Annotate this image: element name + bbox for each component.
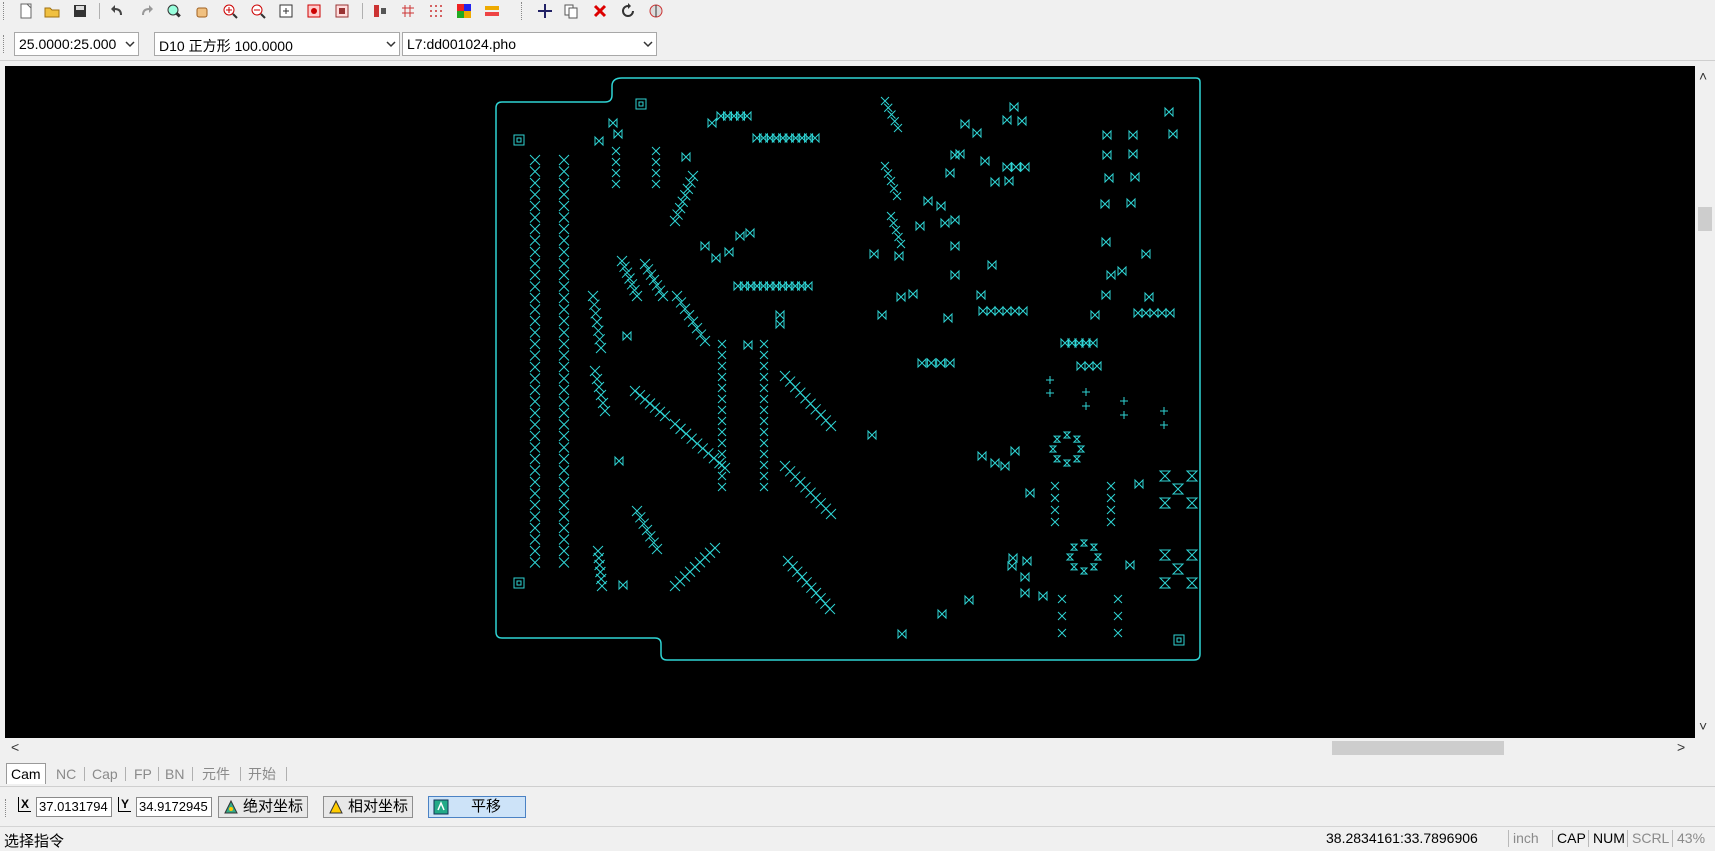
relative-coordinate-label: 相对坐标 <box>348 798 409 815</box>
open-folder-icon[interactable] <box>42 1 62 21</box>
scroll-left-icon[interactable]: < <box>11 739 19 755</box>
scrl-indicator: SCRL <box>1627 830 1673 847</box>
delete-icon[interactable] <box>590 1 610 21</box>
tab-start[interactable]: 开始 <box>244 764 280 784</box>
toolbar-grip[interactable] <box>3 2 7 20</box>
zoom-window-icon[interactable] <box>164 1 184 21</box>
copy-icon[interactable] <box>561 1 581 21</box>
unit-indicator: inch <box>1508 830 1543 847</box>
vertical-scroll-thumb[interactable] <box>1698 207 1712 231</box>
align-icon[interactable] <box>370 1 390 21</box>
pad-layer <box>513 96 1199 646</box>
rotate-icon[interactable] <box>618 1 638 21</box>
absolute-coordinate-icon <box>224 799 238 814</box>
layer-toggle-icon[interactable] <box>482 1 502 21</box>
tab-cam[interactable]: Cam <box>6 763 46 784</box>
cursor-position: 38.2834161:33.7896906 <box>1326 830 1478 846</box>
relative-coordinate-icon <box>329 799 343 814</box>
relative-coordinate-button[interactable]: 相对坐标 <box>323 796 414 818</box>
tab-cap[interactable]: Cap <box>88 764 122 784</box>
layer-value: L7:dd001024.pho <box>407 36 516 52</box>
vertical-scrollbar[interactable]: ˄ ˅ <box>1695 66 1715 738</box>
layer-select[interactable]: L7:dd001024.pho <box>402 32 657 56</box>
zoom-indicator: 43% <box>1672 830 1709 847</box>
cam-canvas[interactable] <box>5 66 1695 738</box>
zoom-all-icon[interactable] <box>332 1 352 21</box>
tab-fp[interactable]: FP <box>130 764 156 784</box>
pcb-drawing[interactable] <box>5 66 1695 738</box>
new-file-icon[interactable] <box>16 1 36 21</box>
undo-icon[interactable] <box>108 1 128 21</box>
y-axis-icon: Y <box>118 797 132 812</box>
main-toolbar <box>0 0 1715 24</box>
dcode-select[interactable]: D10 正方形 100.0000 <box>154 32 400 56</box>
horizontal-scroll-thumb[interactable] <box>1332 741 1504 755</box>
dcode-value: D10 正方形 100.0000 <box>159 38 293 54</box>
x-coordinate-input[interactable]: 37.0131794 <box>36 797 112 817</box>
absolute-coordinate-label: 绝对坐标 <box>243 798 304 815</box>
status-bar: 选择指令 38.2834161:33.7896906 inch CAP NUM … <box>0 826 1715 850</box>
save-icon[interactable] <box>70 1 90 21</box>
chevron-down-icon <box>643 41 653 48</box>
zoom-out-icon[interactable] <box>248 1 268 21</box>
absolute-coordinate-button[interactable]: 绝对坐标 <box>218 796 309 818</box>
pan-button[interactable]: 平移 <box>428 796 526 818</box>
grid-size-select[interactable]: 25.0000:25.000 <box>14 32 139 56</box>
mirror-icon[interactable] <box>646 1 666 21</box>
layer-color-icon[interactable] <box>454 1 474 21</box>
pan-label: 平移 <box>471 798 502 815</box>
scroll-right-icon[interactable]: > <box>1677 739 1685 755</box>
pan-icon <box>433 799 449 815</box>
toolbar-grip-4[interactable] <box>5 799 9 817</box>
tab-nc[interactable]: NC <box>52 764 80 784</box>
move-icon[interactable] <box>535 1 555 21</box>
grid-size-value: 25.0000:25.000 <box>19 36 117 52</box>
tab-bn[interactable]: BN <box>161 764 188 784</box>
view-tabs: Cam NC Cap FP BN 元件 开始 <box>0 762 1715 787</box>
y-coordinate-input[interactable]: 34.9172945 <box>136 797 212 817</box>
pan-hand-icon[interactable] <box>192 1 212 21</box>
grid-dots-icon[interactable] <box>426 1 446 21</box>
toolbar-grip-3[interactable] <box>3 35 7 53</box>
tab-components[interactable]: 元件 <box>198 764 234 784</box>
chevron-down-icon <box>125 41 135 48</box>
x-axis-icon: X <box>18 797 32 812</box>
redo-icon[interactable] <box>136 1 156 21</box>
chevron-down-icon <box>386 41 396 48</box>
toolbar-grip-2[interactable] <box>521 2 525 20</box>
zoom-prev-icon[interactable] <box>304 1 324 21</box>
num-indicator: NUM <box>1588 830 1629 847</box>
cap-indicator: CAP <box>1552 830 1590 847</box>
horizontal-scrollbar[interactable]: < > <box>5 738 1695 758</box>
scroll-down-icon[interactable]: ˅ <box>1699 718 1707 734</box>
zoom-fit-icon[interactable] <box>276 1 296 21</box>
scroll-up-icon[interactable]: ˄ <box>1699 68 1707 84</box>
grid-icon[interactable] <box>398 1 418 21</box>
coordinate-bar: X 37.0131794 Y 34.9172945 绝对坐标 相对坐标 平移 <box>0 794 1715 822</box>
zoom-in-icon[interactable] <box>220 1 240 21</box>
selector-toolbar: 25.0000:25.000 D10 正方形 100.0000 L7:dd001… <box>0 28 1715 61</box>
